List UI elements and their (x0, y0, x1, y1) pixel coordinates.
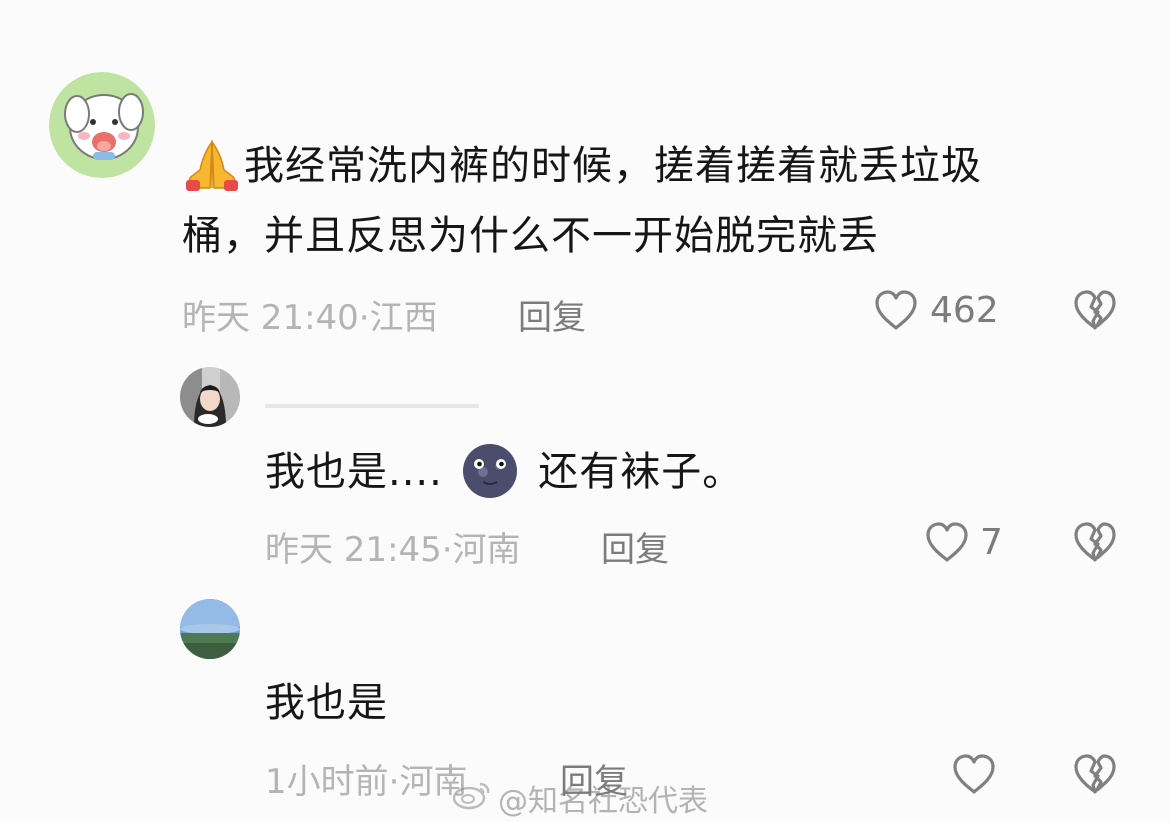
comment-1-location: 江西 (369, 298, 438, 338)
comment-2-text-after: 还有袜子。 (538, 449, 744, 495)
like-heart-icon[interactable] (924, 520, 970, 566)
comment-1-time: 昨天 21:40 (182, 298, 359, 338)
comment-2-like-count: 7 (980, 522, 1003, 563)
watermark-text: @知名社恐代表 (498, 784, 708, 819)
meta-separator: · (441, 530, 453, 570)
avatar-commenter-1[interactable] (49, 72, 155, 178)
broken-heart-icon[interactable] (1072, 520, 1118, 566)
comment-1-text: 我经常洗内裤的时候，搓着搓着就丢垃圾 桶，并且反思为什么不一开始脱完就丢 (182, 131, 1082, 271)
meta-separator: · (358, 298, 370, 338)
weibo-logo-icon (452, 782, 490, 810)
comment-2-text-before: 我也是.... (265, 449, 443, 495)
comment-2-meta: 昨天 21:45·河南 (265, 522, 521, 571)
comment-1-meta: 昨天 21:40·江西 (182, 290, 438, 339)
broken-heart-icon[interactable] (1072, 288, 1118, 334)
folded-hands-icon (182, 136, 242, 192)
comment-2-text: 我也是.... 还有袜子。 (265, 437, 1065, 507)
comment-1-line2: 桶，并且反思为什么不一开始脱完就丢 (182, 213, 879, 259)
comment-3-text: 我也是 (265, 680, 388, 726)
meta-separator: · (388, 762, 400, 802)
broken-heart-icon[interactable] (1072, 752, 1118, 798)
comment-3-meta: 1小时前·河南 (265, 754, 467, 803)
commenter-2-name-redacted (265, 404, 479, 408)
avatar-commenter-2[interactable] (180, 367, 240, 427)
new-moon-face-icon (461, 442, 519, 500)
comment-2-time: 昨天 21:45 (265, 530, 442, 570)
like-heart-icon[interactable] (873, 288, 919, 334)
like-heart-icon[interactable] (951, 752, 997, 798)
comment-2-reply-button[interactable]: 回复 (601, 522, 669, 571)
comment-1-reply-button[interactable]: 回复 (518, 290, 586, 339)
comment-2-location: 河南 (452, 530, 521, 570)
avatar-commenter-3[interactable] (180, 599, 240, 659)
comment-1-line1: 我经常洗内裤的时候，搓着搓着就丢垃圾 (244, 143, 982, 189)
comment-1-like-count: 462 (930, 290, 999, 331)
comment-3-time: 1小时前 (265, 762, 389, 802)
